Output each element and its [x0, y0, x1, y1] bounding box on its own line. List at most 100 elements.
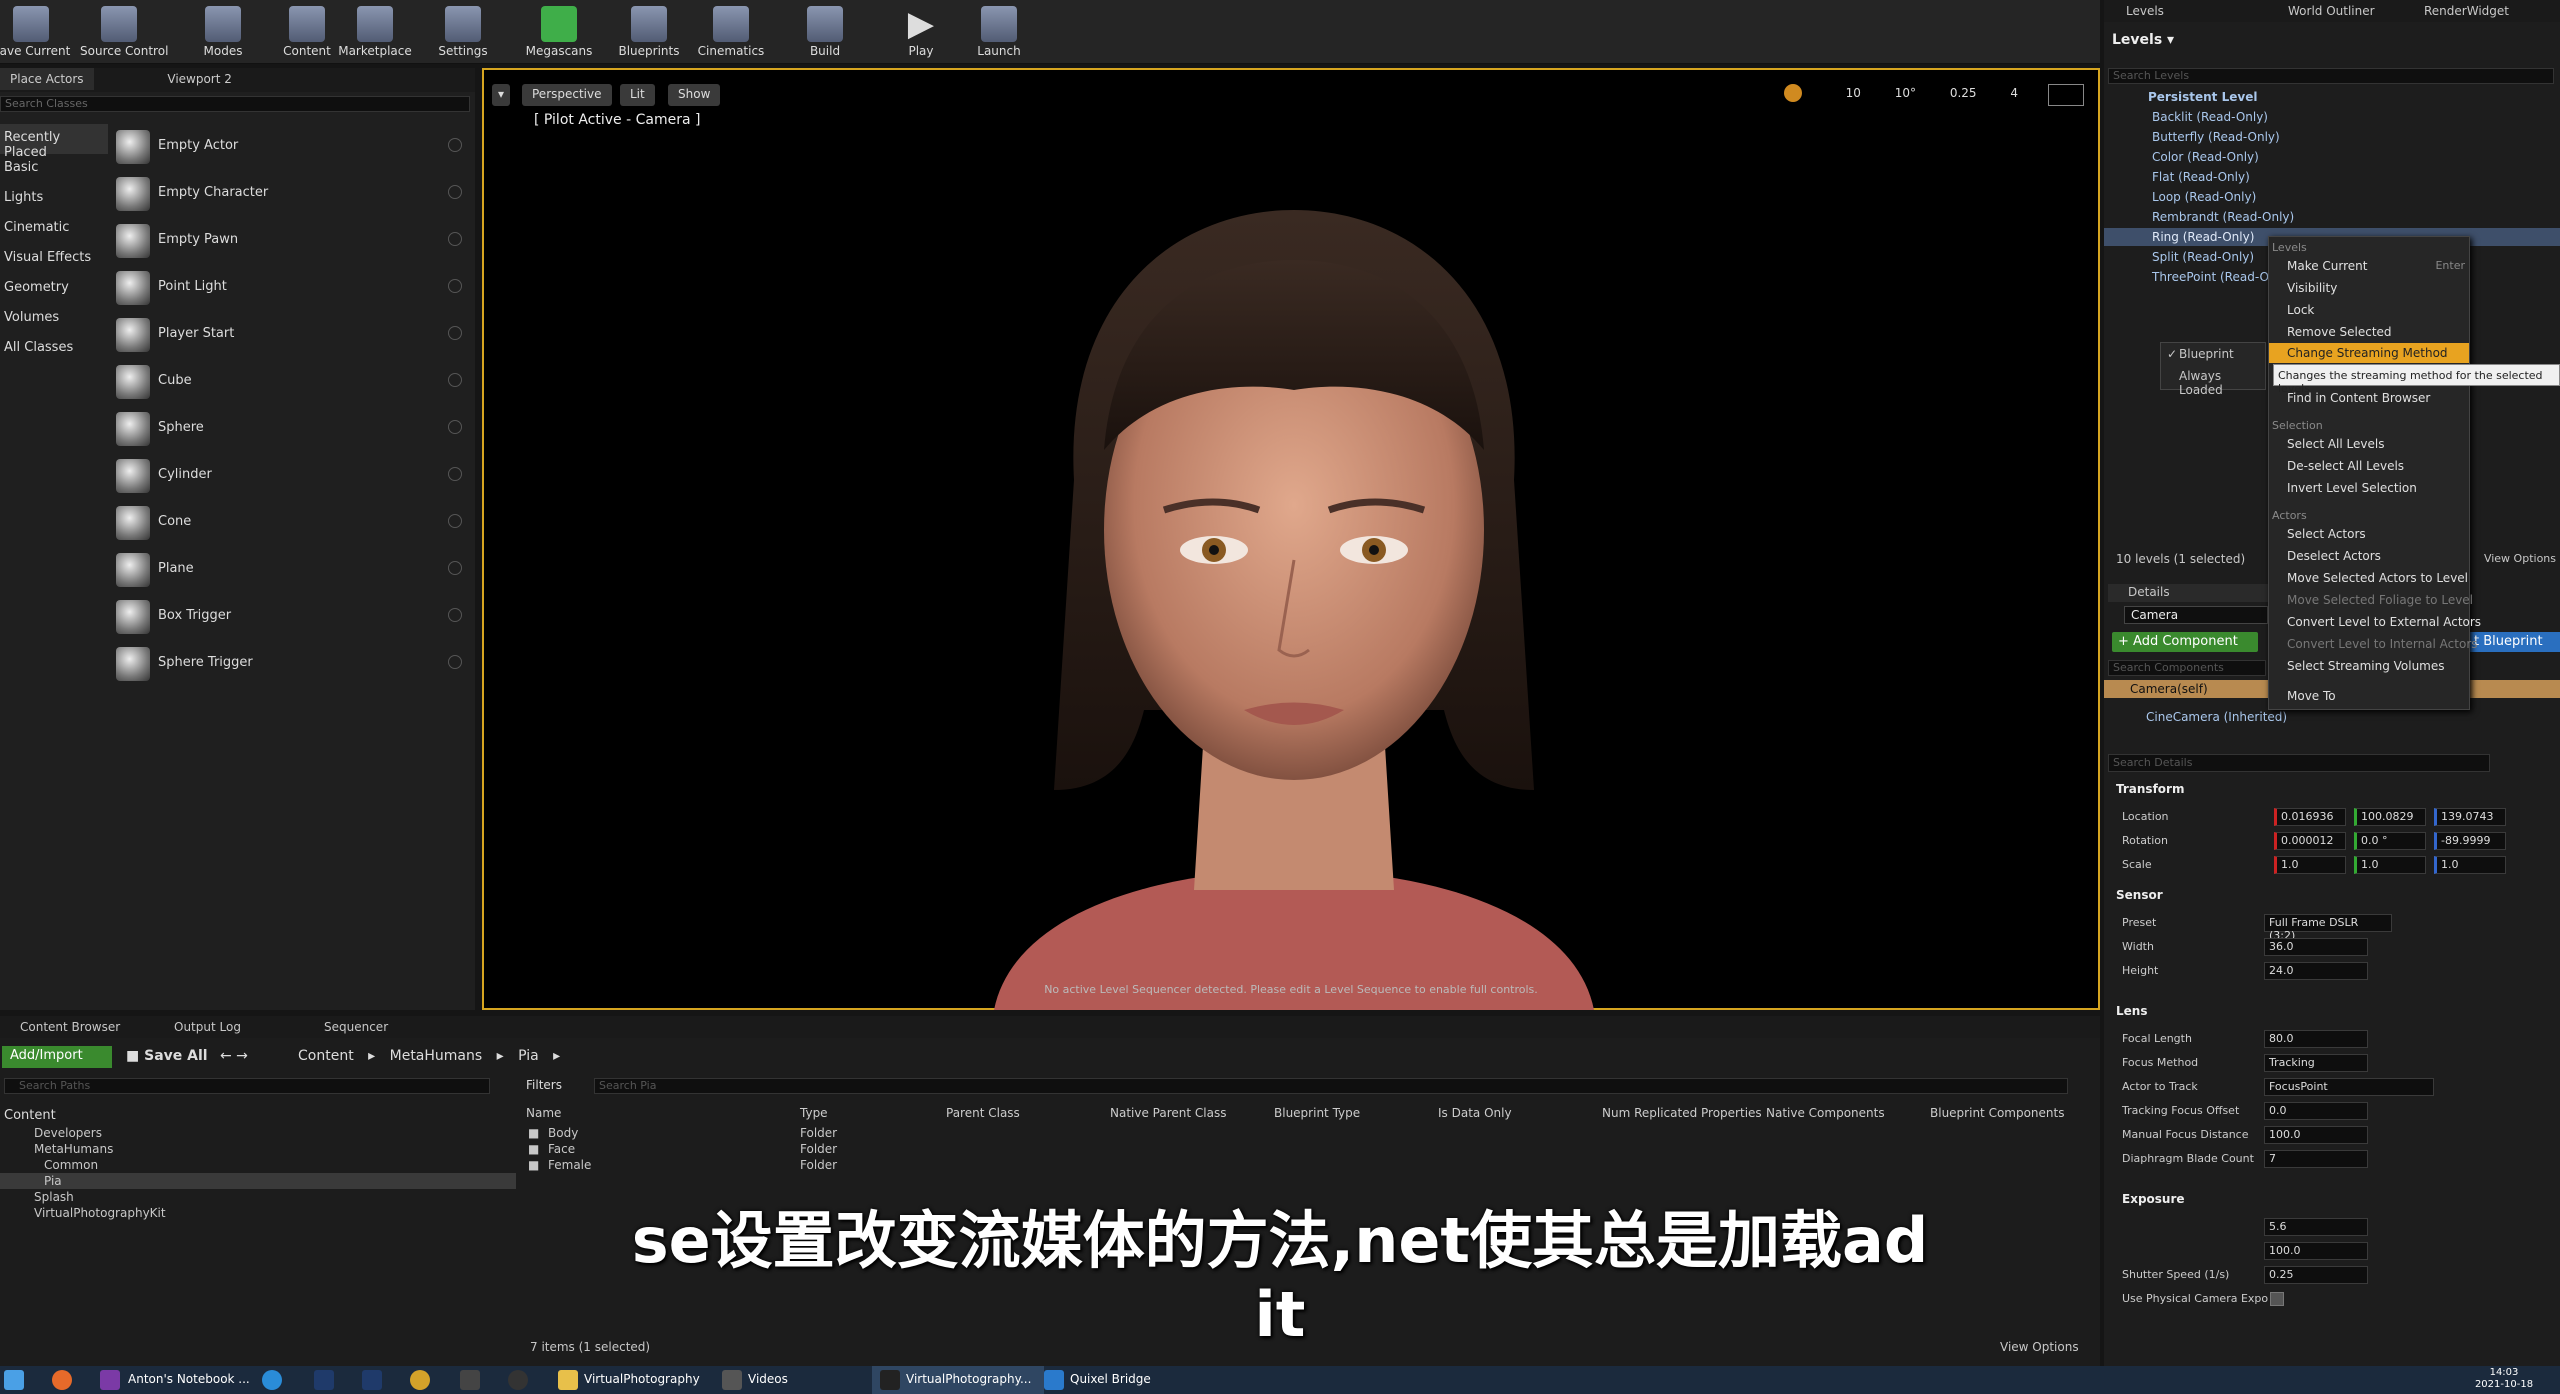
- category-visual-effects[interactable]: Visual Effects: [0, 244, 108, 274]
- focal-length-field[interactable]: 80.0: [2264, 1030, 2368, 1048]
- column-header[interactable]: Blueprint Type: [1274, 1106, 1360, 1120]
- rotation-x-field[interactable]: 0.000012: [2274, 832, 2346, 850]
- modes-button[interactable]: Modes: [184, 2, 262, 62]
- build-button[interactable]: Build: [786, 2, 864, 62]
- section-lens[interactable]: Lens: [2116, 1004, 2147, 1018]
- actor-item[interactable]: Sphere Trigger: [112, 641, 470, 687]
- tab-renderwidget[interactable]: RenderWidget: [2424, 4, 2509, 18]
- level-item[interactable]: Flat (Read-Only): [2152, 170, 2250, 184]
- actor-item[interactable]: Player Start: [112, 312, 470, 358]
- column-header[interactable]: Name: [526, 1106, 561, 1120]
- menu-deselect-all-levels[interactable]: De-select All Levels: [2287, 459, 2404, 473]
- taskbar-item[interactable]: Quixel Bridge: [1070, 1372, 1151, 1386]
- rotation-label[interactable]: Rotation: [2122, 834, 2168, 847]
- actor-item[interactable]: Cube: [112, 359, 470, 405]
- tree-item-selected[interactable]: Pia: [44, 1174, 62, 1188]
- column-header[interactable]: Parent Class: [946, 1106, 1020, 1120]
- menu-select-all-levels[interactable]: Select All Levels: [2287, 437, 2384, 451]
- table-row[interactable]: ■ Female Folder: [524, 1158, 1424, 1174]
- tree-item[interactable]: Developers: [34, 1126, 102, 1140]
- search-details-input[interactable]: Search Details: [2108, 754, 2490, 772]
- folder-icon[interactable]: [722, 1370, 742, 1390]
- search-classes-input[interactable]: Search Classes: [0, 96, 470, 112]
- menu-lock[interactable]: Lock: [2287, 303, 2314, 317]
- breadcrumb-content[interactable]: Content: [298, 1048, 354, 1064]
- search-paths-input[interactable]: Search Paths: [4, 1078, 490, 1094]
- menu-make-current[interactable]: Make Current: [2287, 259, 2368, 273]
- app-icon[interactable]: [410, 1370, 430, 1390]
- blade-count-field[interactable]: 7: [2264, 1150, 2368, 1168]
- streaming-always-loaded-option[interactable]: Always Loaded: [2179, 369, 2265, 397]
- viewport-menu-button[interactable]: ▾: [492, 84, 511, 106]
- camera-speed-value[interactable]: 4: [2010, 86, 2018, 100]
- cinematics-button[interactable]: Cinematics: [692, 2, 770, 62]
- menu-convert-external[interactable]: Convert Level to External Actors: [2287, 615, 2481, 629]
- taskbar-item[interactable]: Videos: [748, 1372, 788, 1386]
- blueprints-button[interactable]: Blueprints: [610, 2, 688, 62]
- section-transform[interactable]: Transform: [2116, 782, 2184, 796]
- tab-place-actors[interactable]: Place Actors: [0, 68, 94, 90]
- settings-button[interactable]: Settings: [424, 2, 502, 62]
- menu-move-to[interactable]: Move To: [2287, 689, 2336, 703]
- photoshop-icon[interactable]: [314, 1370, 334, 1390]
- rotation-z-field[interactable]: -89.9999: [2434, 832, 2506, 850]
- menu-select-streaming-volumes[interactable]: Select Streaming Volumes: [2287, 659, 2445, 673]
- layout-icon[interactable]: [2048, 84, 2084, 106]
- clock[interactable]: 14:03 2021-10-18: [2474, 1367, 2534, 1391]
- scale-snap-value[interactable]: 0.25: [1950, 86, 1977, 100]
- scale-x-field[interactable]: 1.0: [2274, 856, 2346, 874]
- menu-select-actors[interactable]: Select Actors: [2287, 527, 2366, 541]
- levels-view-options[interactable]: View Options: [2484, 552, 2556, 565]
- tree-item[interactable]: Common: [44, 1158, 98, 1172]
- obs-icon[interactable]: [508, 1370, 528, 1390]
- transform-icon[interactable]: [1783, 84, 1802, 102]
- play-button[interactable]: ▶ Play: [882, 2, 960, 62]
- taskbar-item[interactable]: VirtualPhotography: [584, 1372, 700, 1386]
- level-item[interactable]: Loop (Read-Only): [2152, 190, 2256, 204]
- category-all-classes[interactable]: All Classes: [0, 334, 108, 364]
- actor-item[interactable]: Cylinder: [112, 453, 470, 499]
- menu-deselect-actors[interactable]: Deselect Actors: [2287, 549, 2381, 563]
- folder-icon[interactable]: [558, 1370, 578, 1390]
- component-camera-self[interactable]: Camera(self): [2130, 682, 2208, 696]
- menu-move-actors-to-level[interactable]: Move Selected Actors to Level: [2287, 571, 2468, 585]
- level-item[interactable]: Rembrandt (Read-Only): [2152, 210, 2294, 224]
- column-header[interactable]: Blueprint Components: [1930, 1106, 2064, 1120]
- location-z-field[interactable]: 139.0743: [2434, 808, 2506, 826]
- level-item-selected[interactable]: Ring (Read-Only): [2152, 230, 2254, 244]
- streaming-blueprint-option[interactable]: Blueprint: [2179, 347, 2234, 361]
- lightroom-icon[interactable]: [362, 1370, 382, 1390]
- manual-focus-field[interactable]: 100.0: [2264, 1126, 2368, 1144]
- marketplace-button[interactable]: Marketplace: [336, 2, 414, 62]
- component-cinecamera[interactable]: CineCamera (Inherited): [2146, 710, 2287, 724]
- column-header[interactable]: Native Parent Class: [1110, 1106, 1226, 1120]
- filters-button[interactable]: Filters: [526, 1078, 562, 1092]
- tab-details[interactable]: Details: [2108, 584, 2288, 602]
- category-cinematic[interactable]: Cinematic: [0, 214, 108, 244]
- column-header[interactable]: Type: [800, 1106, 828, 1120]
- tab-sequencer[interactable]: Sequencer: [324, 1020, 388, 1034]
- tab-levels[interactable]: Levels: [2126, 4, 2164, 18]
- save-all-button[interactable]: ■ Save All: [126, 1048, 208, 1064]
- blueprint-button[interactable]: t Blueprint: [2468, 632, 2560, 652]
- levels-header[interactable]: Levels ▾: [2112, 32, 2174, 48]
- megascans-button[interactable]: Megascans: [520, 2, 598, 62]
- location-x-field[interactable]: 0.016936: [2274, 808, 2346, 826]
- show-button[interactable]: Show: [668, 84, 721, 106]
- actor-item[interactable]: Empty Character: [112, 171, 470, 217]
- breadcrumb-pia[interactable]: Pia: [518, 1048, 539, 1064]
- save-current-button[interactable]: Save Current: [0, 2, 70, 62]
- scale-y-field[interactable]: 1.0: [2354, 856, 2426, 874]
- category-volumes[interactable]: Volumes: [0, 304, 108, 334]
- quixel-icon[interactable]: [1044, 1370, 1064, 1390]
- search-pia-input[interactable]: Search Pia: [594, 1078, 2068, 1094]
- actor-name-field[interactable]: Camera: [2124, 606, 2268, 624]
- level-item[interactable]: Color (Read-Only): [2152, 150, 2259, 164]
- tracking-offset-field[interactable]: 0.0: [2264, 1102, 2368, 1120]
- menu-visibility[interactable]: Visibility: [2287, 281, 2337, 295]
- search-levels-input[interactable]: Search Levels: [2108, 68, 2554, 84]
- actor-item[interactable]: Sphere: [112, 406, 470, 452]
- scale-z-field[interactable]: 1.0: [2434, 856, 2506, 874]
- menu-change-streaming-method[interactable]: Change Streaming Method: [2287, 346, 2448, 360]
- tab-viewport-2[interactable]: Viewport 2: [157, 68, 242, 90]
